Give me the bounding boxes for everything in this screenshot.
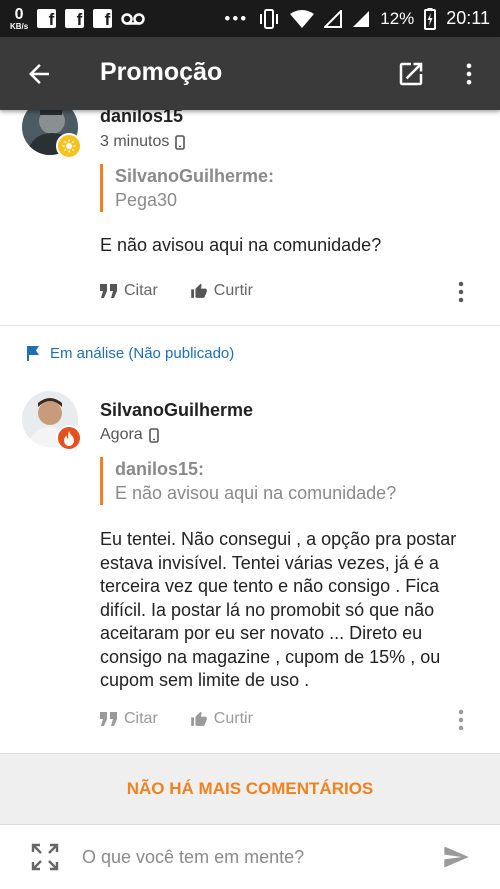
flame-icon [64, 430, 74, 446]
comment-input[interactable] [82, 843, 412, 871]
comment-text: Eu tentei. Não consegui , a opção pra po… [100, 529, 457, 690]
quote-button[interactable]: Citar [100, 710, 158, 728]
more-vert-icon [466, 63, 472, 85]
back-button[interactable] [24, 59, 54, 89]
phone-icon [148, 427, 159, 443]
back-arrow-icon [29, 64, 49, 84]
send-button[interactable] [440, 843, 472, 871]
more-vert-icon [458, 709, 464, 731]
more-options-button[interactable] [455, 59, 483, 89]
open-external-icon [399, 62, 423, 86]
app-bar: Promoção [0, 37, 500, 110]
level-badge [56, 425, 82, 451]
like-label: Curtir [213, 710, 253, 727]
comment-time: Agora [100, 426, 143, 443]
comment-actions: Citar Curtir [100, 710, 285, 728]
comment-composer [0, 825, 500, 889]
quote-icon [100, 712, 117, 726]
open-external-button[interactable] [396, 59, 426, 89]
like-button[interactable]: Curtir [190, 710, 253, 728]
quote-text: E não avisou aqui na comunidade? [115, 483, 397, 503]
comment-menu-button[interactable] [452, 708, 470, 732]
quote-block: danilos15: E não avisou aqui na comunida… [100, 457, 396, 505]
quote-label: Citar [124, 710, 158, 727]
comment-meta: Agora [100, 426, 159, 444]
quote-author: danilos15: [115, 459, 205, 479]
no-more-comments: NÃO HÁ MAIS COMENTÁRIOS [0, 753, 500, 825]
page-title: Promoção [100, 58, 223, 86]
send-icon [444, 846, 469, 868]
fullscreen-icon [31, 843, 59, 871]
thumbs-up-icon [190, 711, 207, 726]
avatar[interactable] [22, 391, 82, 451]
expand-button[interactable] [30, 842, 60, 872]
comment-silvanoguilherme: SilvanoGuilherme Agora danilos15: E não … [0, 0, 500, 752]
comment-author[interactable]: SilvanoGuilherme [100, 400, 253, 421]
